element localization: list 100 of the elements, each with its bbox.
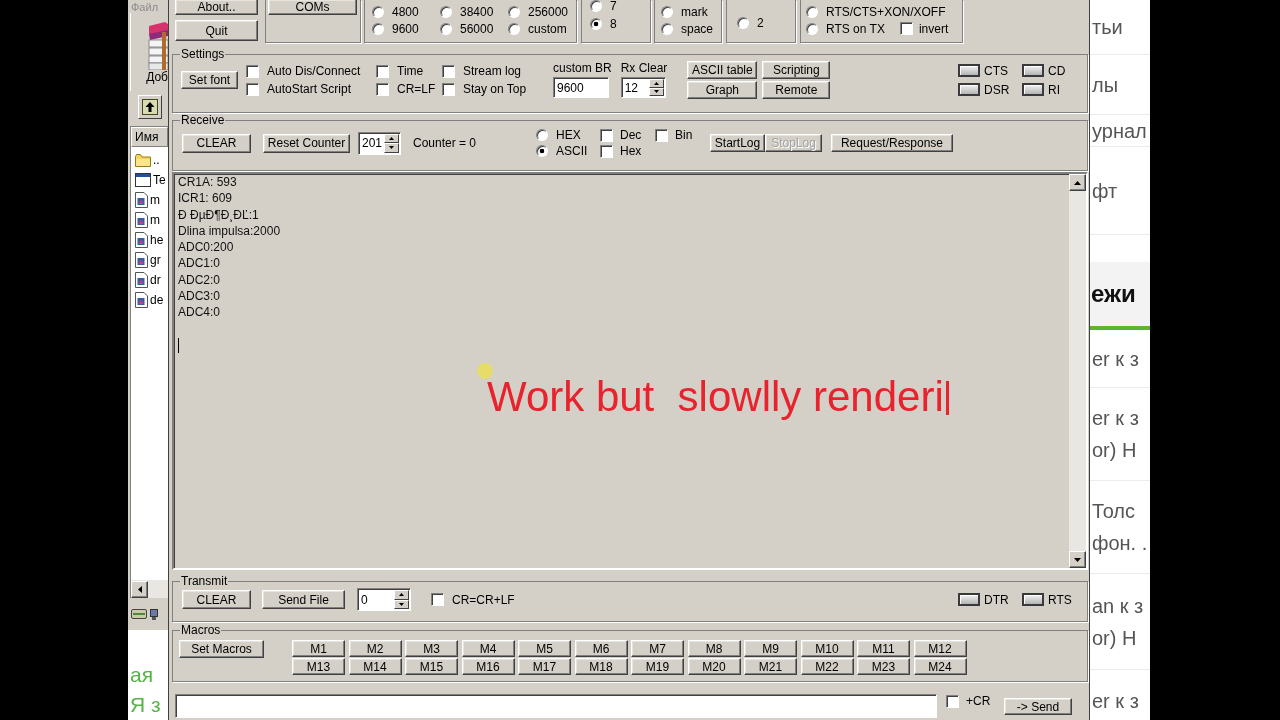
file-name[interactable]: gr [150, 253, 161, 267]
macro-button[interactable]: M6 [574, 640, 628, 657]
send-file-button[interactable]: Send File [262, 590, 345, 609]
macro-button[interactable]: M20 [687, 658, 741, 675]
clear-button[interactable]: CLEAR [182, 590, 251, 609]
radio-label[interactable]: 256000 [528, 4, 569, 19]
macro-button[interactable]: M10 [800, 640, 854, 657]
radio-label[interactable]: 56000 [460, 21, 494, 36]
macro-button[interactable]: M9 [744, 640, 797, 657]
macro-button[interactable]: M12 [913, 640, 967, 657]
article-link[interactable]: er к з [1092, 342, 1150, 375]
macro-button[interactable]: M4 [461, 640, 515, 657]
article-link[interactable]: er к з or) H [1092, 402, 1150, 466]
set-macros-button[interactable]: Set Macros [179, 640, 264, 658]
number-spinner[interactable]: 12 [620, 77, 666, 98]
checkbox-label[interactable]: +CR [966, 694, 991, 708]
macro-button[interactable]: M13 [292, 658, 345, 675]
coms-button[interactable]: COMs [268, 0, 357, 15]
checkbox-label[interactable]: invert [918, 21, 949, 36]
macro-button[interactable]: M8 [687, 640, 741, 657]
checkbox[interactable] [431, 593, 444, 606]
macro-button[interactable]: M19 [631, 658, 684, 675]
checkbox[interactable] [442, 82, 455, 96]
checkbox-label[interactable]: Auto Dis/Connect [267, 64, 361, 78]
number-spinner[interactable]: 201 [358, 131, 401, 155]
checkbox[interactable] [899, 22, 913, 35]
macro-button[interactable]: M21 [744, 658, 797, 675]
quit-button[interactable]: Quit [175, 20, 258, 41]
radio-label[interactable]: RTS on TX [826, 21, 885, 36]
spin-up-button[interactable] [394, 590, 409, 600]
request-response-button[interactable]: Request/Response [831, 134, 953, 152]
radio-label[interactable]: ASCII [556, 144, 588, 158]
macro-button[interactable]: M23 [857, 658, 910, 675]
macro-button[interactable]: M3 [405, 640, 458, 657]
radio-label[interactable]: RTS/CTS+XON/XOFF [826, 4, 946, 19]
nav-link[interactable]: лы [1092, 72, 1119, 97]
radio-button[interactable] [737, 16, 749, 29]
radio-button[interactable] [536, 145, 548, 157]
checkbox[interactable] [600, 144, 613, 158]
radio-button[interactable] [590, 0, 602, 12]
radio-label[interactable]: 7 [610, 0, 617, 13]
ascii-table-button[interactable]: ASCII table [687, 61, 758, 79]
clear-button[interactable]: CLEAR [182, 133, 251, 153]
macro-button[interactable]: M17 [518, 658, 571, 675]
toolbar-label[interactable]: Доб [146, 71, 168, 84]
radio-button[interactable] [536, 129, 548, 141]
scroll-left-button[interactable] [131, 580, 148, 598]
file-name[interactable]: .. [153, 153, 160, 167]
radio-button[interactable] [661, 5, 673, 18]
macro-button[interactable]: M11 [857, 640, 910, 657]
checkbox-label[interactable]: CR=LF [397, 82, 436, 96]
macro-button[interactable]: M1 [292, 640, 345, 657]
checkbox[interactable] [376, 82, 389, 96]
radio-label[interactable]: 38400 [460, 4, 494, 19]
reset-counter-button[interactable]: Reset Counter [263, 133, 350, 153]
spin-up-button[interactable] [384, 133, 399, 143]
radio-button[interactable] [440, 22, 452, 35]
graph-button[interactable]: Graph [687, 81, 758, 99]
nav-link[interactable]: урнал [1092, 118, 1147, 143]
checkbox[interactable] [442, 64, 455, 78]
checkbox[interactable] [246, 64, 259, 78]
number-spinner[interactable]: 0 [357, 588, 411, 611]
checkbox[interactable] [946, 694, 959, 708]
macro-button[interactable]: M22 [800, 658, 854, 675]
spin-down-button[interactable] [384, 143, 399, 153]
macro-button[interactable]: M7 [631, 640, 684, 657]
file-name[interactable]: m [150, 193, 160, 207]
radio-button[interactable] [372, 22, 384, 35]
macro-button[interactable]: M16 [461, 658, 515, 675]
file-name[interactable]: he [150, 233, 164, 247]
macro-button[interactable]: M14 [348, 658, 402, 675]
baud-input[interactable]: 9600 [553, 77, 609, 98]
about-button[interactable]: About.. [175, 0, 258, 15]
macro-button[interactable]: M5 [518, 640, 571, 657]
vertical-scrollbar[interactable] [1069, 174, 1086, 568]
spin-down-button[interactable] [648, 87, 664, 96]
article-link[interactable]: er к з [1092, 685, 1150, 717]
scripting-button[interactable]: Scripting [762, 61, 831, 79]
radio-label[interactable]: HEX [556, 128, 581, 142]
scroll-up-button[interactable] [1069, 174, 1086, 191]
macro-button[interactable]: M24 [913, 658, 967, 675]
radio-label[interactable]: 8 [610, 17, 617, 31]
checkbox-label[interactable]: Bin [675, 128, 693, 142]
checkbox[interactable] [655, 128, 668, 142]
radio-label[interactable]: 4800 [392, 4, 419, 19]
checkbox-label[interactable]: AutoStart Script [267, 82, 352, 96]
radio-label[interactable]: space [681, 21, 714, 36]
macro-button[interactable]: M18 [574, 658, 628, 675]
checkbox-label[interactable]: Stay on Top [463, 82, 527, 96]
horizontal-scrollbar[interactable] [131, 580, 168, 598]
checkbox-label[interactable]: Dec [620, 128, 642, 142]
checkbox-label[interactable]: Stream log [463, 64, 522, 78]
send-button[interactable]: -> Send [1004, 698, 1072, 715]
macro-button[interactable]: M15 [405, 658, 458, 675]
checkbox[interactable] [376, 64, 389, 78]
article-link[interactable]: an к з or) H [1092, 589, 1150, 654]
spin-up-button[interactable] [648, 79, 664, 88]
article-link[interactable]: Толс фон. . [1092, 495, 1150, 559]
checkbox-label[interactable]: Time [397, 64, 424, 78]
checkbox-label[interactable]: CR=CR+LF [452, 592, 515, 607]
